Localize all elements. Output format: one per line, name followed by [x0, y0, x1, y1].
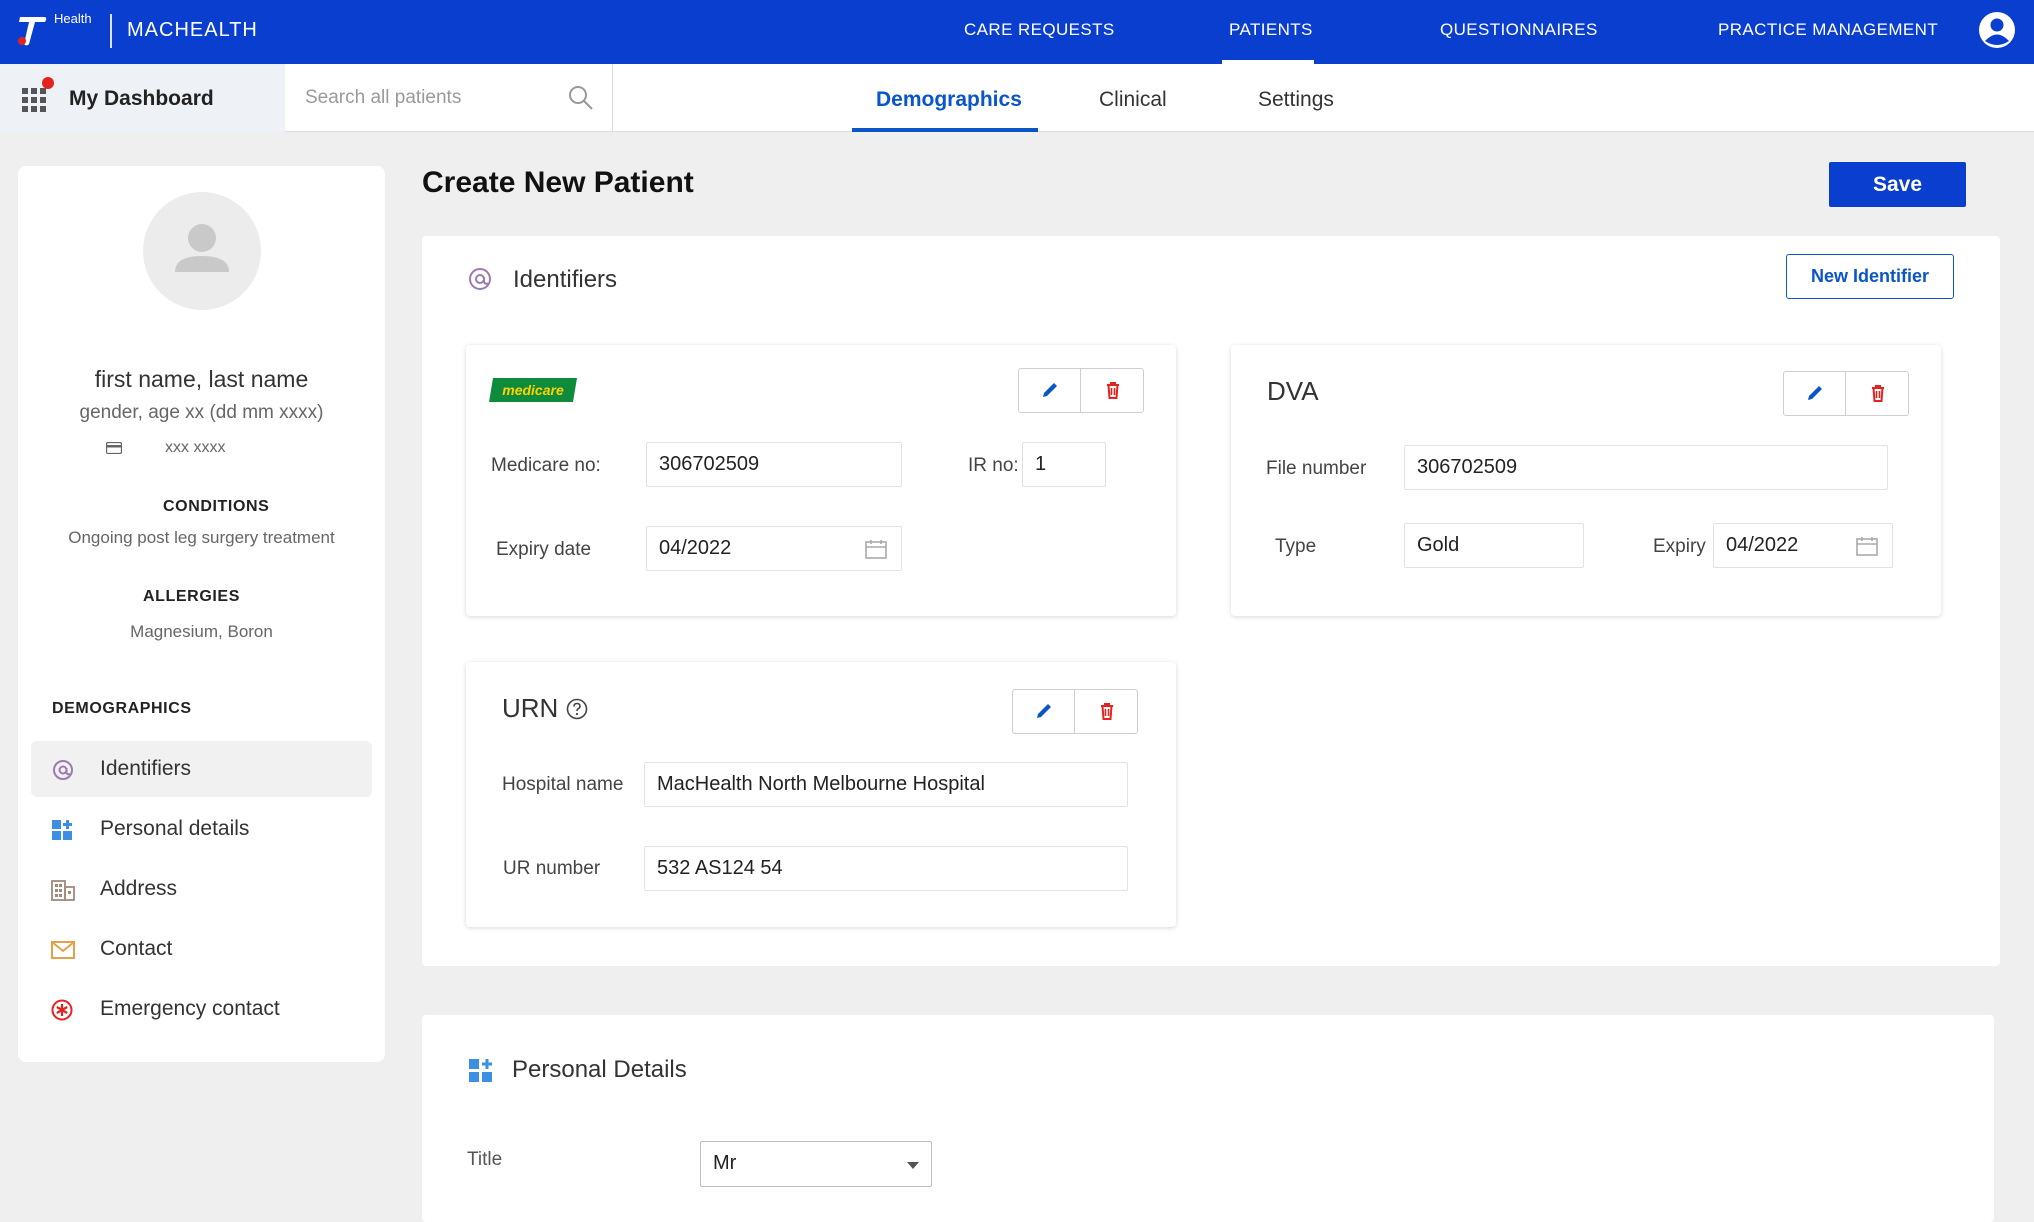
person-silhouette-icon	[175, 224, 229, 272]
sidebar-item-emergency-contact[interactable]: Emergency contact	[31, 981, 372, 1037]
delete-button[interactable]	[1847, 372, 1909, 415]
ir-number-label: IR no:	[968, 455, 1019, 476]
medicare-card-actions	[1018, 368, 1144, 413]
sidebar-item-label: Personal details	[100, 817, 250, 840]
conditions-text: Ongoing post leg surgery treatment	[68, 528, 335, 547]
title-field-label: Title	[467, 1149, 503, 1170]
personal-details-panel	[422, 1015, 1994, 1222]
hospital-name-field[interactable]: MacHealth North Melbourne Hospital	[644, 762, 1128, 807]
trash-icon	[1872, 385, 1884, 402]
delete-button[interactable]	[1076, 690, 1138, 733]
allergies-heading: ALLERGIES	[143, 588, 240, 605]
envelope-icon	[51, 941, 75, 959]
sidebar-item-label: Address	[100, 877, 178, 900]
pencil-icon	[1037, 704, 1051, 718]
tab-settings[interactable]: Settings	[1258, 88, 1334, 112]
urn-card-actions	[1012, 689, 1138, 734]
chevron-down-icon	[907, 1162, 919, 1169]
pencil-icon	[1043, 383, 1057, 397]
grid-plus-icon	[52, 820, 72, 840]
edit-button[interactable]	[1019, 369, 1081, 412]
dva-type-field[interactable]: Gold	[1404, 523, 1584, 568]
help-icon[interactable]	[566, 698, 588, 720]
sidebar-item-contact[interactable]: Contact	[31, 921, 372, 977]
tab-clinical[interactable]: Clinical	[1099, 88, 1167, 112]
sidebar-item-label: Identifiers	[100, 757, 192, 780]
search-input[interactable]	[305, 82, 565, 114]
demographics-heading: DEMOGRAPHICS	[52, 700, 192, 717]
sidebar-item-address[interactable]: Address	[31, 861, 372, 917]
patient-summary-sidebar: first name, last name gender, age xx (dd…	[18, 166, 385, 1062]
sidebar-item-identifiers[interactable]: Identifiers	[31, 741, 372, 797]
sub-navigation-bar: My Dashboard Demographics Clinical Setti…	[0, 64, 2034, 132]
medicare-number-label: Medicare no:	[491, 455, 601, 476]
calendar-icon[interactable]	[865, 539, 887, 559]
sidebar-item-personal-details[interactable]: Personal details	[31, 801, 372, 857]
new-identifier-button[interactable]: New Identifier	[1786, 254, 1954, 299]
my-dashboard-button[interactable]: My Dashboard	[0, 64, 285, 132]
dva-type-label: Type	[1275, 536, 1317, 557]
notification-dot	[42, 77, 54, 89]
hospital-name-label: Hospital name	[502, 774, 624, 795]
dva-card-actions	[1783, 371, 1909, 416]
emergency-icon	[51, 999, 73, 1021]
medicare-number-field[interactable]: 306702509	[646, 442, 902, 487]
dva-card-title: DVA	[1267, 376, 1319, 406]
personal-details-section-title: Personal Details	[512, 1056, 687, 1083]
edit-button[interactable]	[1784, 372, 1846, 415]
patient-demographic-summary: gender, age xx (dd mm xxxx)	[79, 402, 324, 423]
patient-card-number: xxx xxxx	[165, 439, 226, 456]
identifiers-section-title: Identifiers	[513, 266, 618, 293]
sidebar-item-label: Contact	[100, 937, 173, 960]
grid-plus-icon	[469, 1059, 492, 1082]
ur-number-label: UR number	[503, 858, 601, 879]
nav-practice-management[interactable]: PRACTICE MANAGEMENT	[1718, 20, 1938, 40]
nav-patients[interactable]: PATIENTS	[1229, 20, 1313, 40]
medicare-expiry-field[interactable]: 04/2022	[646, 526, 902, 571]
medicare-expiry-label: Expiry date	[496, 539, 592, 560]
tab-active-indicator	[852, 128, 1038, 132]
delete-button[interactable]	[1082, 369, 1144, 412]
patient-search	[285, 64, 613, 132]
sidebar-item-label: Emergency contact	[100, 997, 280, 1020]
calendar-icon[interactable]	[1856, 536, 1878, 556]
dva-expiry-label: Expiry	[1653, 536, 1706, 557]
pencil-icon	[1808, 386, 1822, 400]
at-icon	[469, 268, 491, 290]
edit-button[interactable]	[1013, 690, 1075, 733]
user-account-icon[interactable]	[1978, 11, 2016, 49]
top-navigation-bar: Health MACHEALTH CARE REQUESTS PATIENTS …	[0, 0, 2034, 64]
ir-number-field[interactable]: 1	[1022, 442, 1106, 487]
building-icon	[51, 880, 75, 901]
id-card-icon	[106, 442, 122, 454]
conditions-heading: CONDITIONS	[163, 498, 270, 515]
tab-demographics[interactable]: Demographics	[876, 88, 1022, 112]
telstra-logo-icon[interactable]	[14, 10, 52, 48]
avatar	[143, 192, 261, 310]
brand-sub-label: Health	[54, 11, 92, 26]
nav-care-requests[interactable]: CARE REQUESTS	[964, 20, 1115, 40]
my-dashboard-label: My Dashboard	[69, 87, 214, 110]
page-title: Create New Patient	[422, 166, 694, 199]
dva-expiry-field[interactable]: 04/2022	[1713, 523, 1893, 568]
svg-text:medicare: medicare	[502, 382, 564, 398]
allergies-text: Magnesium, Boron	[130, 622, 273, 641]
trash-icon	[1107, 382, 1119, 399]
at-icon	[53, 760, 73, 780]
save-button[interactable]: Save	[1829, 162, 1966, 207]
title-select[interactable]: Mr	[700, 1141, 932, 1187]
dva-file-number-field[interactable]: 306702509	[1404, 445, 1888, 490]
search-icon[interactable]	[567, 84, 595, 112]
nav-questionnaires[interactable]: QUESTIONNAIRES	[1440, 20, 1598, 40]
apps-grid-icon	[22, 88, 46, 112]
app-name[interactable]: MACHEALTH	[127, 19, 258, 42]
brand-divider	[110, 14, 112, 48]
medicare-logo: medicare	[489, 378, 577, 402]
ur-number-field[interactable]: 532 AS124 54	[644, 846, 1128, 891]
trash-icon	[1101, 703, 1113, 720]
patient-name: first name, last name	[94, 366, 309, 392]
dva-file-number-label: File number	[1266, 458, 1367, 479]
urn-card-title: URN	[502, 693, 559, 723]
